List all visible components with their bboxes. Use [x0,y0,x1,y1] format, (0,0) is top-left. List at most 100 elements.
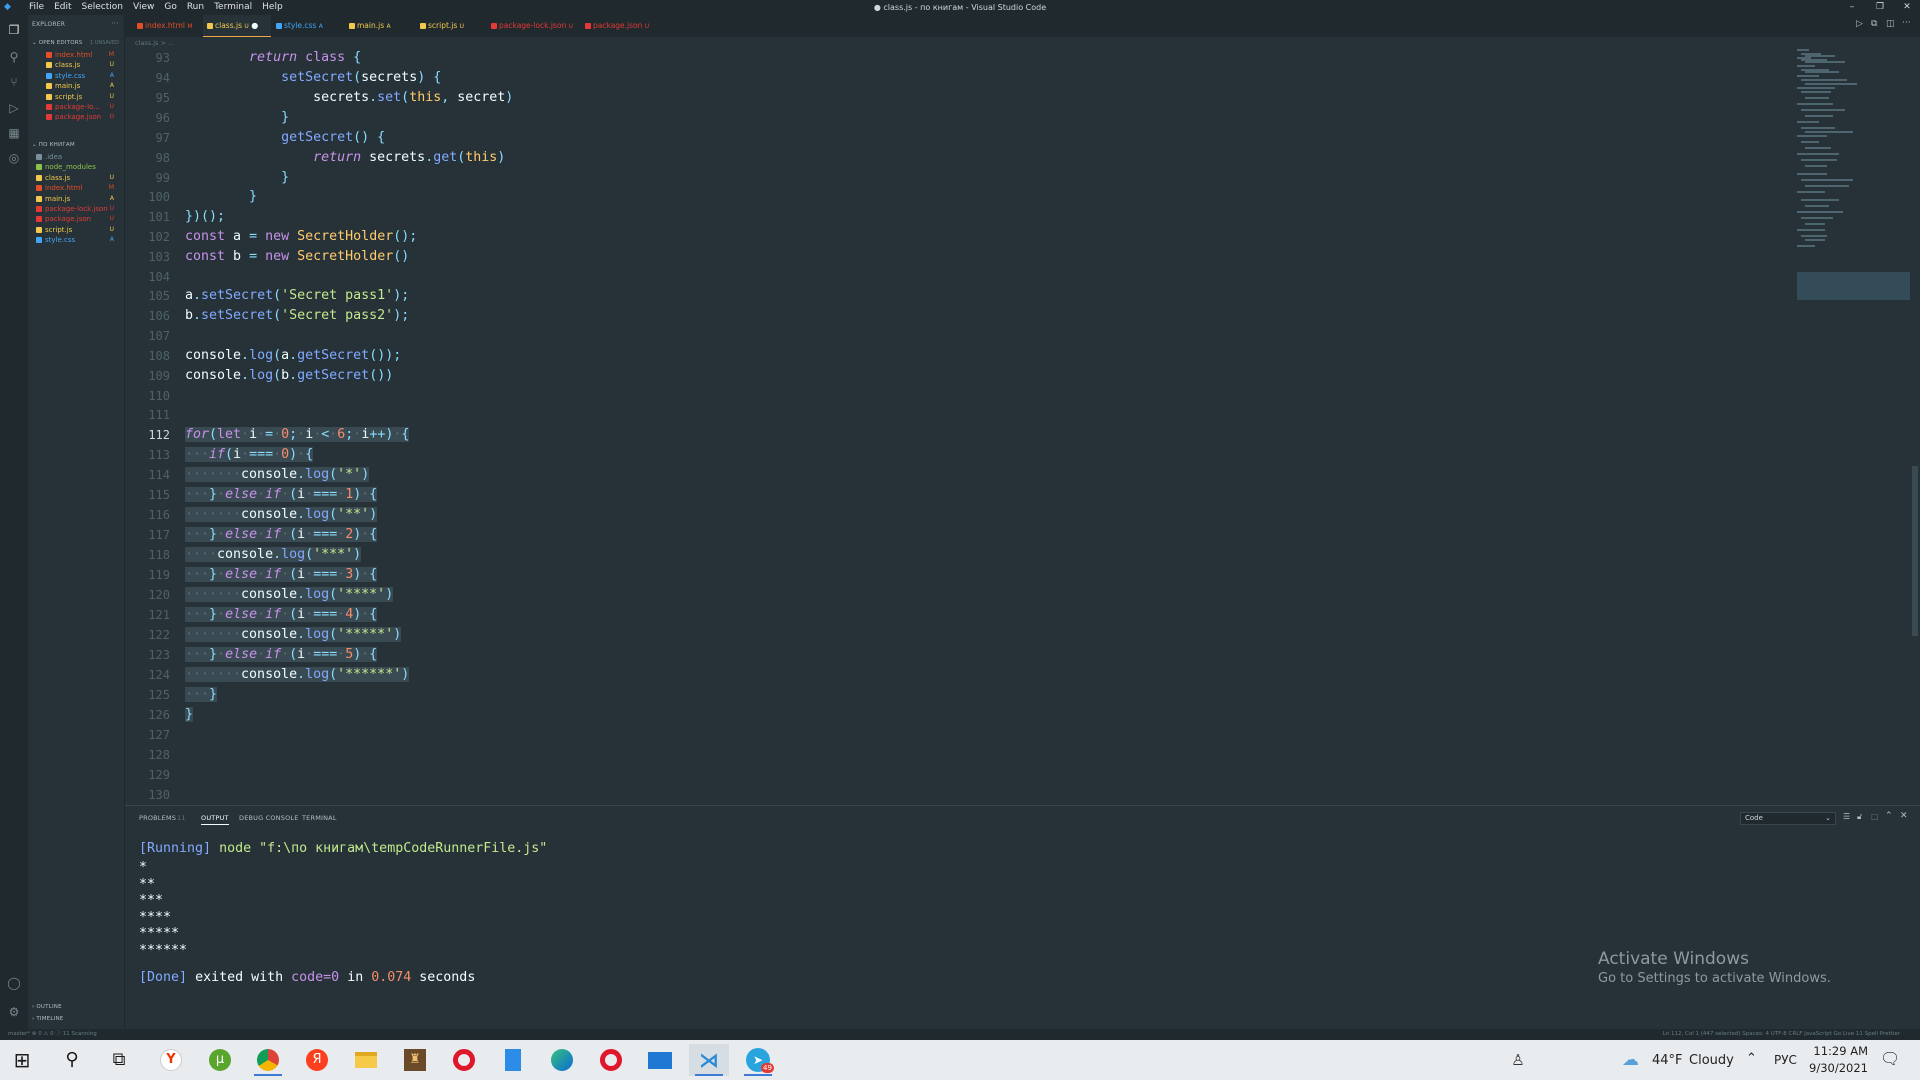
clear-output-icon[interactable]: ☰ [1843,812,1850,821]
code-editor[interactable]: 93 94 95 96 97 98 99 100 101 102 103 104 105 106 107 10… [125,49,1795,805]
clock-date[interactable]: 9/30/2021 [1808,1061,1868,1075]
weather-temp[interactable]: 44°F [1652,1053,1683,1068]
yandex-icon[interactable]: Я [297,1044,337,1076]
explorer-icon[interactable]: ❐ [7,23,21,37]
tab-output[interactable]: OUTPUT [201,814,229,825]
run-debug-icon[interactable]: ▷ [7,101,21,115]
tab-package-json[interactable]: package.json U [581,15,649,37]
code-line: } [281,110,290,125]
compare-icon[interactable]: ⧉ [1871,19,1877,29]
tab-script-js[interactable]: script.js U [416,15,482,37]
split-editor-icon[interactable]: ◫ [1886,19,1895,29]
file-tree-item[interactable]: style.css A [28,234,124,246]
mail-icon[interactable] [640,1044,680,1076]
tab-label: script.js [428,21,458,30]
search-icon[interactable]: ⚲ [7,50,21,64]
output-line: * [139,860,148,875]
unsaved-dot-icon[interactable]: ● [251,21,258,30]
tab-class-js[interactable]: class.js U ● [203,15,271,37]
task-view-icon[interactable]: ⧉ [99,1044,139,1076]
weather-cloud-icon[interactable]: ☁ [1622,1050,1639,1070]
chevron-up-tray-icon[interactable]: ⌃ [1746,1051,1757,1066]
weather-text[interactable]: Cloudy [1689,1053,1734,1068]
notepad-icon[interactable] [493,1044,533,1076]
utorrent-icon[interactable]: µ [200,1044,240,1076]
notifications-icon[interactable]: 🗨︎ [1880,1049,1900,1068]
tab-status: U [568,23,574,30]
tab-index-html[interactable]: index.html M [133,15,199,37]
line-number: 117 [148,528,170,542]
remote-icon[interactable]: ◎ [7,151,21,165]
minimap-line [1801,199,1839,201]
edge-icon[interactable] [542,1044,582,1076]
breadcrumb[interactable]: class.js > ... [135,37,174,49]
run-code-icon[interactable]: ▷ [1856,19,1863,29]
tab-terminal[interactable]: TERMINAL [302,814,337,822]
account-icon[interactable]: ◯ [7,976,21,990]
code-line: return secrets.get(this) [313,150,506,165]
tab-package-lock-json[interactable]: package-lock.json U [487,15,573,37]
file-type-icon [36,195,42,202]
tab-style-css[interactable]: style.css A [272,15,338,37]
source-control-icon[interactable]: ⑂ [7,75,21,89]
more-icon[interactable]: ··· [1902,18,1911,28]
opera-icon[interactable] [444,1044,484,1076]
outline-section[interactable]: › OUTLINE [32,1004,62,1010]
minimize-icon[interactable]: – [1842,1,1862,14]
restore-icon[interactable]: ❐ [1870,1,1890,14]
tab-problems[interactable]: PROBLEMS [139,814,176,822]
tab-main-js[interactable]: main.js A [345,15,411,37]
file-type-icon [349,23,355,29]
search-icon[interactable]: ⚲ [52,1044,92,1076]
line-number: 121 [148,608,170,622]
game-app-icon[interactable]: ♜ [395,1044,435,1076]
windows-start-icon[interactable]: ⊞ [2,1044,42,1076]
lock-scroll-icon[interactable]: 🔓︎ [1857,812,1862,822]
timeline-section[interactable]: › TIMELINE [32,1016,63,1022]
clock-time[interactable]: 11:29 AM [1808,1044,1868,1058]
opera-gx-icon[interactable] [591,1044,631,1076]
chrome-icon[interactable] [248,1044,288,1076]
minimap-line [1805,205,1829,207]
vscode-taskbar-icon[interactable]: ⋊ [689,1044,729,1076]
minimap-viewport[interactable] [1797,272,1910,300]
line-number: 113 [148,448,170,462]
chevron-up-icon[interactable]: ⌃ [1885,811,1893,821]
yandex-browser-icon[interactable]: Y [151,1044,191,1076]
line-number: 114 [148,468,170,482]
minimap-line [1801,79,1847,81]
open-editor-label: main.js [55,82,81,91]
file-explorer-icon[interactable] [346,1044,386,1076]
language-indicator[interactable]: РУС [1774,1053,1797,1067]
status-right[interactable]: Ln 112, Col 1 (447 selected) Spaces: 4 U… [1663,1029,1900,1040]
folder-header[interactable]: ⌄ ПО КНИГАМ [32,142,75,148]
close-panel-icon[interactable]: ✕ [1900,811,1908,821]
people-icon[interactable]: ♙ [1498,1044,1538,1076]
code-line-selected: ···if(i·===·0)·{ [185,447,314,462]
maximize-panel-icon[interactable]: □ [1871,812,1879,821]
settings-gear-icon[interactable]: ⚙ [7,1005,21,1019]
close-icon[interactable]: ✕ [1897,1,1917,14]
more-actions-icon[interactable]: ··· [111,19,119,28]
git-status: U [109,113,114,121]
status-left[interactable]: master* ⊗ 0 ⚠ 0 ⓘ 11 Scanning [8,1029,97,1040]
extensions-icon[interactable]: ▦ [7,126,21,140]
minimap-line [1797,229,1825,231]
open-editors-header[interactable]: ⌄ OPEN EDITORS [32,40,82,46]
editor-scrollbar[interactable] [1912,466,1918,636]
line-number: 105 [148,289,170,303]
file-type-icon [46,104,52,110]
code-line: console.log(b.getSecret()) [185,368,394,383]
unsaved-badge: 1 UNSAVED [90,40,119,46]
output-channel-select[interactable]: Code ⌄ [1740,812,1836,825]
file-type-icon [207,23,213,29]
minimap[interactable] [1797,49,1912,805]
telegram-icon[interactable]: ➤ 49 [738,1044,778,1076]
open-editor-item[interactable]: package.json U [28,111,124,123]
code-line: } [249,189,258,204]
minimap-line [1805,165,1827,167]
title-bar: ◆ File Edit Selection View Go Run Terminal Help… [0,0,1920,15]
line-number: 97 [155,131,170,145]
line-number: 108 [148,349,170,363]
tab-debug-console[interactable]: DEBUG CONSOLE [239,814,299,822]
